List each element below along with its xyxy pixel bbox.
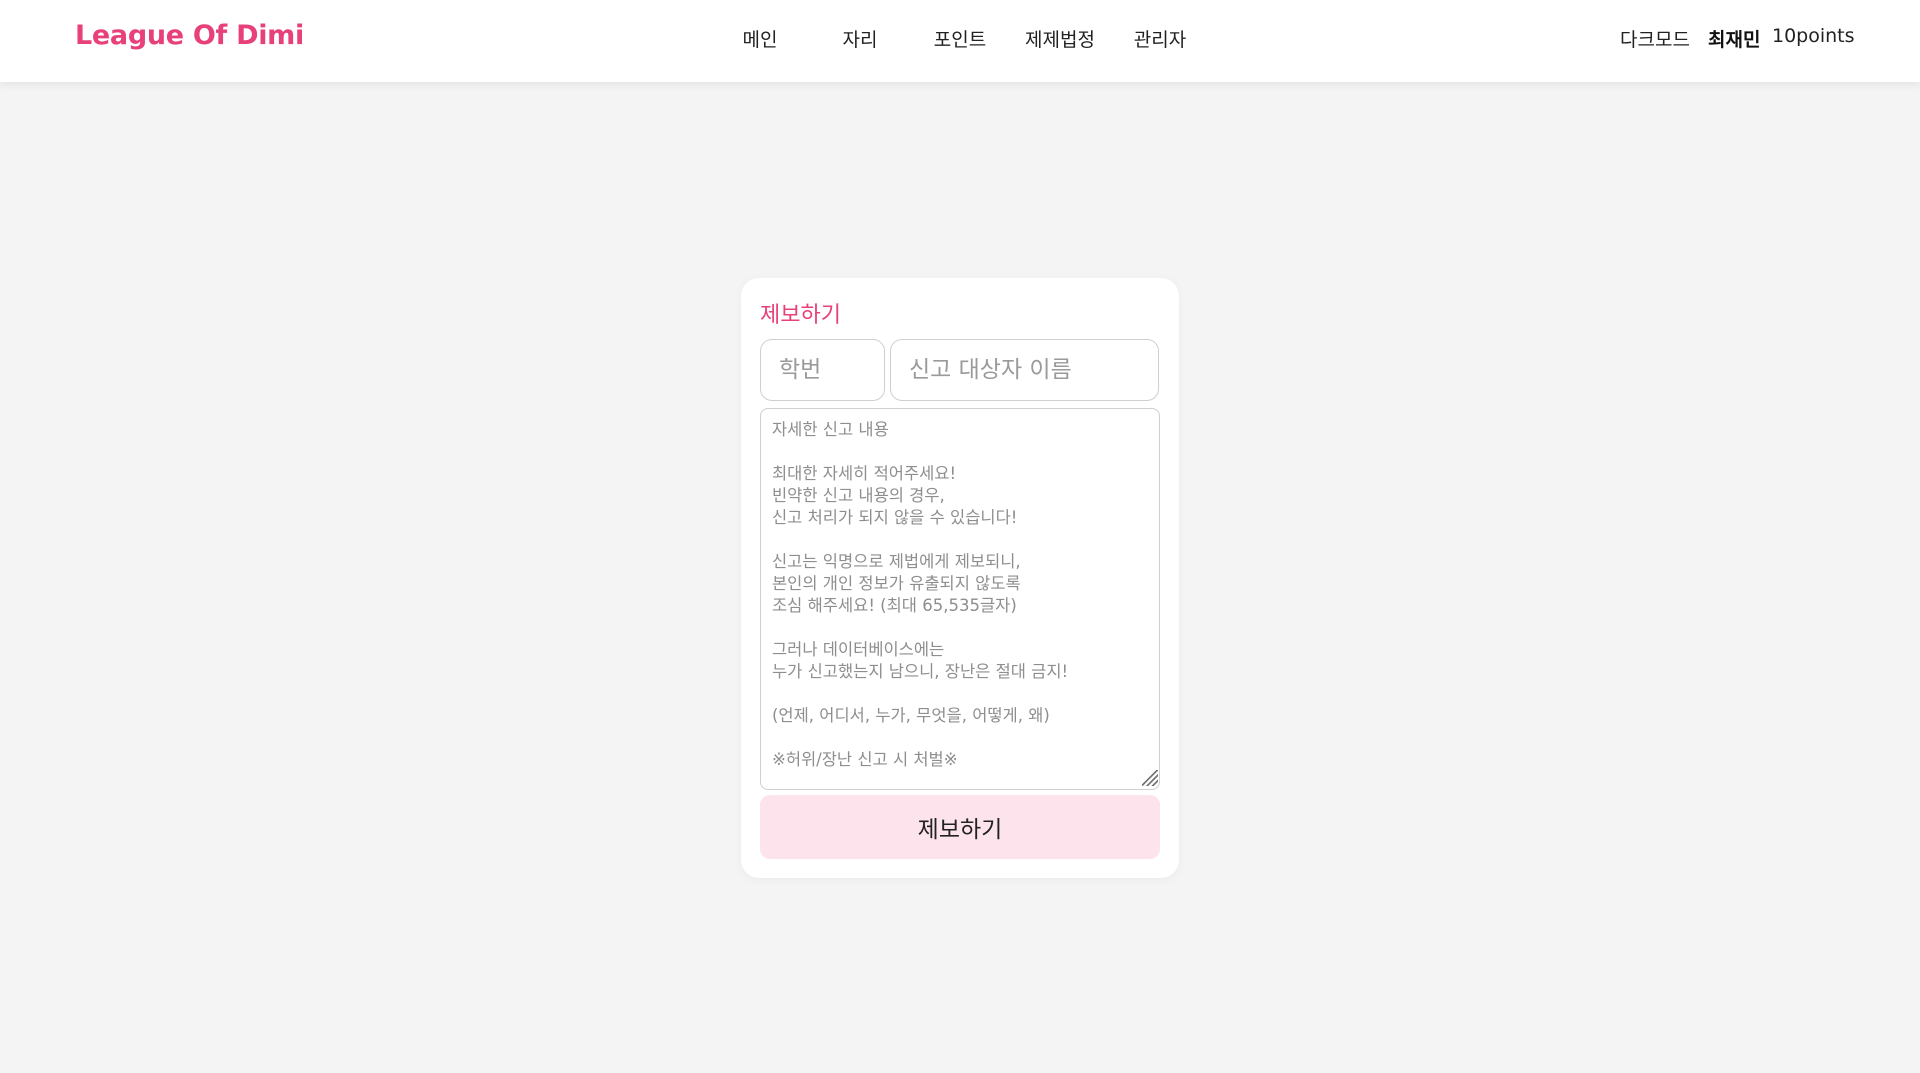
submit-report-button[interactable]: 제보하기 bbox=[760, 795, 1160, 859]
user-name: 최재민 bbox=[1708, 29, 1761, 51]
top-navbar: League Of Dimi 메인 자리 포인트 제제법정 관리자 다크모드 최… bbox=[0, 0, 1920, 82]
report-details-textarea[interactable] bbox=[760, 408, 1160, 790]
nav-item-points[interactable]: 포인트 bbox=[934, 25, 986, 52]
resize-grip-icon[interactable] bbox=[1142, 770, 1158, 786]
user-points: 10points bbox=[1772, 25, 1855, 47]
report-card: 제보하기 제보하기 bbox=[741, 278, 1179, 878]
nav-item-main[interactable]: 메인 bbox=[743, 25, 778, 52]
student-id-input[interactable] bbox=[760, 339, 885, 401]
nav-item-admin[interactable]: 관리자 bbox=[1134, 25, 1186, 52]
dark-mode-toggle[interactable]: 다크모드 bbox=[1620, 25, 1690, 52]
target-name-input[interactable] bbox=[890, 339, 1159, 401]
report-title: 제보하기 bbox=[760, 303, 841, 328]
site-logo[interactable]: League Of Dimi bbox=[75, 20, 304, 51]
nav-item-seat[interactable]: 자리 bbox=[843, 25, 878, 52]
nav-item-court[interactable]: 제제법정 bbox=[1025, 25, 1095, 52]
